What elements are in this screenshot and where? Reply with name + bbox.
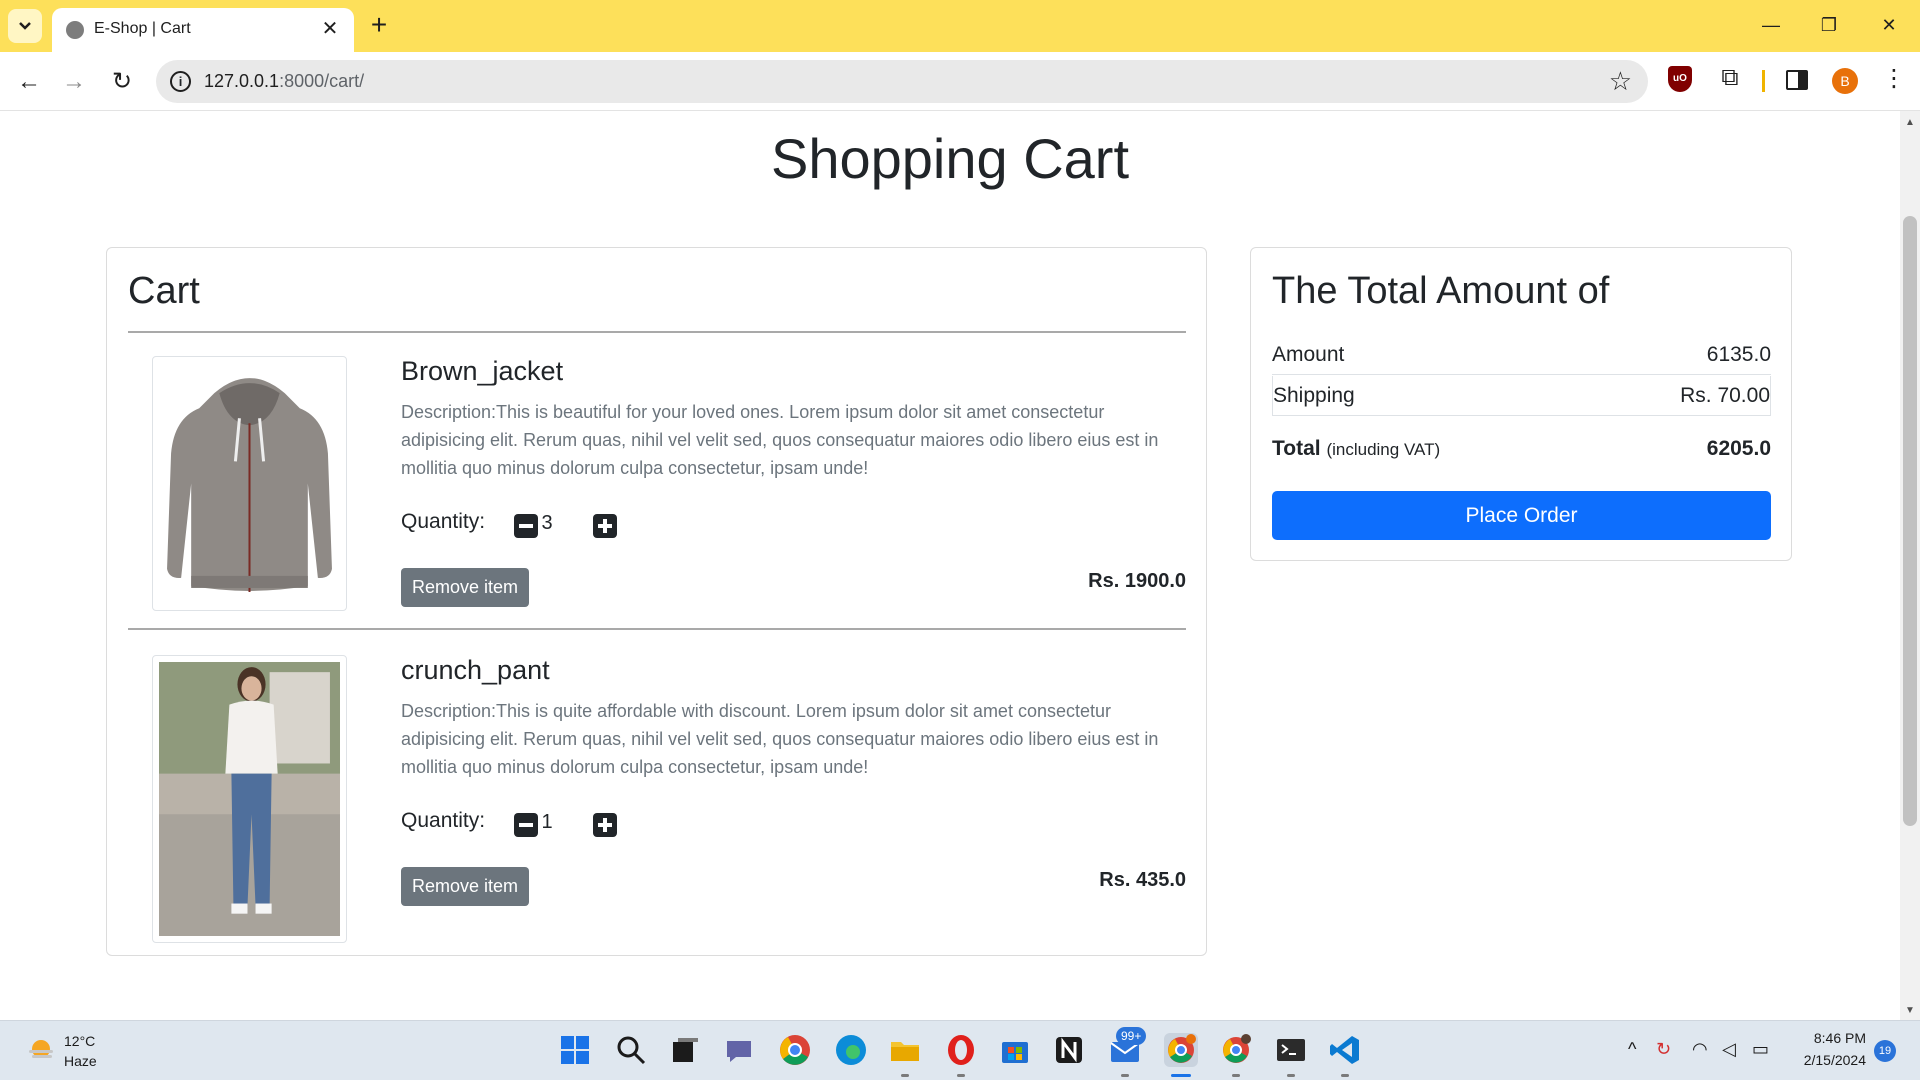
- browser-tab[interactable]: E-Shop | Cart ✕: [52, 8, 354, 52]
- amount-label: Amount: [1272, 343, 1345, 366]
- shipping-value: Rs. 70.00: [1680, 384, 1770, 407]
- address-bar[interactable]: i 127.0.0.1:8000/cart/ ☆: [156, 60, 1648, 103]
- increase-quantity-button[interactable]: [593, 514, 617, 538]
- item-price: Rs. 1900.0: [1088, 570, 1186, 592]
- running-indicator: [901, 1074, 909, 1077]
- summary-heading: The Total Amount of: [1272, 270, 1610, 312]
- side-panel-icon[interactable]: [1786, 70, 1808, 90]
- windows-start-icon[interactable]: [558, 1033, 592, 1067]
- scroll-down-arrow-icon[interactable]: ▼: [1904, 1005, 1916, 1016]
- haze-weather-icon[interactable]: [26, 1036, 56, 1066]
- chrome-profile-icon[interactable]: [1164, 1033, 1198, 1067]
- vscode-icon[interactable]: [1328, 1033, 1362, 1067]
- product-image-hoodie: [152, 356, 347, 611]
- browser-tab-strip: E-Shop | Cart ✕ + — ❐ ✕: [0, 0, 1920, 52]
- total-row: Total (including VAT) 6205.0: [1272, 429, 1771, 469]
- terminal-icon[interactable]: [1274, 1033, 1308, 1067]
- weather-condition[interactable]: Haze: [64, 1053, 97, 1069]
- active-indicator: [1171, 1074, 1191, 1077]
- scrollbar-thumb[interactable]: [1903, 216, 1917, 826]
- profile-avatar[interactable]: B: [1832, 68, 1858, 94]
- volume-icon[interactable]: ◁: [1722, 1039, 1736, 1060]
- file-explorer-icon[interactable]: [888, 1033, 922, 1067]
- toolbar-separator: [1762, 70, 1765, 92]
- notification-count-badge[interactable]: 19: [1874, 1040, 1896, 1062]
- cart-item: Brown_jacket Description:This is beautif…: [128, 356, 1186, 636]
- quantity-label: Quantity:: [401, 510, 486, 533]
- chrome-dev-icon[interactable]: [1219, 1033, 1253, 1067]
- reload-icon[interactable]: ↻: [106, 66, 138, 98]
- edge-icon[interactable]: [834, 1033, 868, 1067]
- minimize-button[interactable]: —: [1754, 10, 1788, 40]
- amount-row: Amount 6135.0: [1272, 335, 1771, 375]
- back-arrow-icon[interactable]: ←: [13, 66, 45, 98]
- total-value: 6205.0: [1706, 437, 1771, 460]
- page-title: Shopping Cart: [770, 127, 1129, 190]
- close-tab-icon[interactable]: ✕: [318, 17, 342, 41]
- opera-icon[interactable]: [944, 1033, 978, 1067]
- bookmark-star-icon[interactable]: ☆: [1609, 66, 1632, 97]
- battery-icon[interactable]: ▭: [1752, 1039, 1769, 1060]
- mail-unread-badge: 99+: [1116, 1027, 1147, 1045]
- total-label: Total (including VAT): [1272, 437, 1441, 460]
- quantity-value: 3: [541, 512, 553, 534]
- product-name[interactable]: Brown_jacket: [401, 356, 563, 387]
- running-indicator: [957, 1074, 965, 1077]
- globe-icon: [66, 21, 84, 39]
- page-viewport: Shopping Cart Cart Brown_jacket Descript…: [0, 111, 1900, 1020]
- clock-time[interactable]: 8:46 PM: [1796, 1030, 1866, 1046]
- tab-title: E-Shop | Cart: [94, 20, 191, 37]
- product-image-model: [152, 655, 347, 943]
- page-scrollbar[interactable]: ▲ ▼: [1900, 111, 1920, 1020]
- increase-quantity-button[interactable]: [593, 813, 617, 837]
- scroll-up-arrow-icon[interactable]: ▲: [1904, 117, 1916, 128]
- shipping-row: Shipping Rs. 70.00: [1272, 376, 1771, 416]
- new-tab-button[interactable]: +: [366, 11, 392, 41]
- extensions-puzzle-icon[interactable]: ⧉: [1716, 64, 1744, 92]
- browser-toolbar: ← → ↻ i 127.0.0.1:8000/cart/ ☆: [0, 52, 1920, 111]
- item-price: Rs. 435.0: [1099, 869, 1186, 891]
- cart-item: crunch_pant Description:This is quite af…: [128, 655, 1186, 943]
- cart-card: Cart Brown_jacket Description:This is be…: [106, 247, 1207, 956]
- shipping-label: Shipping: [1273, 384, 1355, 407]
- product-description: Description:This is quite affordable wit…: [401, 701, 1159, 777]
- running-indicator: [1287, 1074, 1295, 1077]
- place-order-button[interactable]: Place Order: [1272, 491, 1771, 540]
- quantity-label: Quantity:: [401, 809, 486, 832]
- chrome-icon[interactable]: [778, 1033, 812, 1067]
- divider: [128, 628, 1186, 630]
- restore-button[interactable]: ❐: [1812, 10, 1846, 40]
- kebab-menu-icon[interactable]: ⋮: [1882, 64, 1906, 94]
- search-icon[interactable]: [614, 1033, 648, 1067]
- chevron-up-icon[interactable]: ^: [1628, 1039, 1636, 1060]
- chevron-down-icon: [19, 22, 31, 30]
- product-name[interactable]: crunch_pant: [401, 655, 550, 686]
- order-summary-card: The Total Amount of Amount 6135.0 Shippi…: [1250, 247, 1792, 561]
- remove-item-button[interactable]: Remove item: [401, 867, 529, 906]
- ublock-extension-icon[interactable]: uO: [1668, 66, 1692, 92]
- quantity-value: 1: [541, 811, 553, 833]
- wifi-icon[interactable]: ◠: [1692, 1039, 1708, 1060]
- teams-chat-icon[interactable]: [722, 1033, 756, 1067]
- site-info-icon[interactable]: i: [170, 71, 191, 92]
- running-indicator: [1121, 1074, 1129, 1077]
- tab-search-button[interactable]: [8, 9, 42, 43]
- windows-taskbar: 12°C Haze 99+ ^ ↻ ◠ ◁ ▭ 8:46 PM 2/15/202…: [0, 1020, 1920, 1080]
- task-view-icon[interactable]: [668, 1033, 702, 1067]
- running-indicator: [1232, 1074, 1240, 1077]
- sync-icon[interactable]: ↻: [1656, 1039, 1671, 1060]
- weather-temperature[interactable]: 12°C: [64, 1033, 95, 1049]
- product-description: Description:This is beautiful for your l…: [401, 402, 1159, 478]
- amount-value: 6135.0: [1706, 343, 1771, 366]
- notion-icon[interactable]: [1052, 1033, 1086, 1067]
- microsoft-store-icon[interactable]: [998, 1033, 1032, 1067]
- close-window-button[interactable]: ✕: [1872, 10, 1906, 40]
- running-indicator: [1341, 1074, 1349, 1077]
- cart-heading: Cart: [128, 270, 200, 312]
- clock-date[interactable]: 2/15/2024: [1790, 1052, 1866, 1068]
- divider: [128, 331, 1186, 333]
- forward-arrow-icon[interactable]: →: [58, 66, 90, 98]
- remove-item-button[interactable]: Remove item: [401, 568, 529, 607]
- url-text[interactable]: 127.0.0.1:8000/cart/: [204, 71, 364, 92]
